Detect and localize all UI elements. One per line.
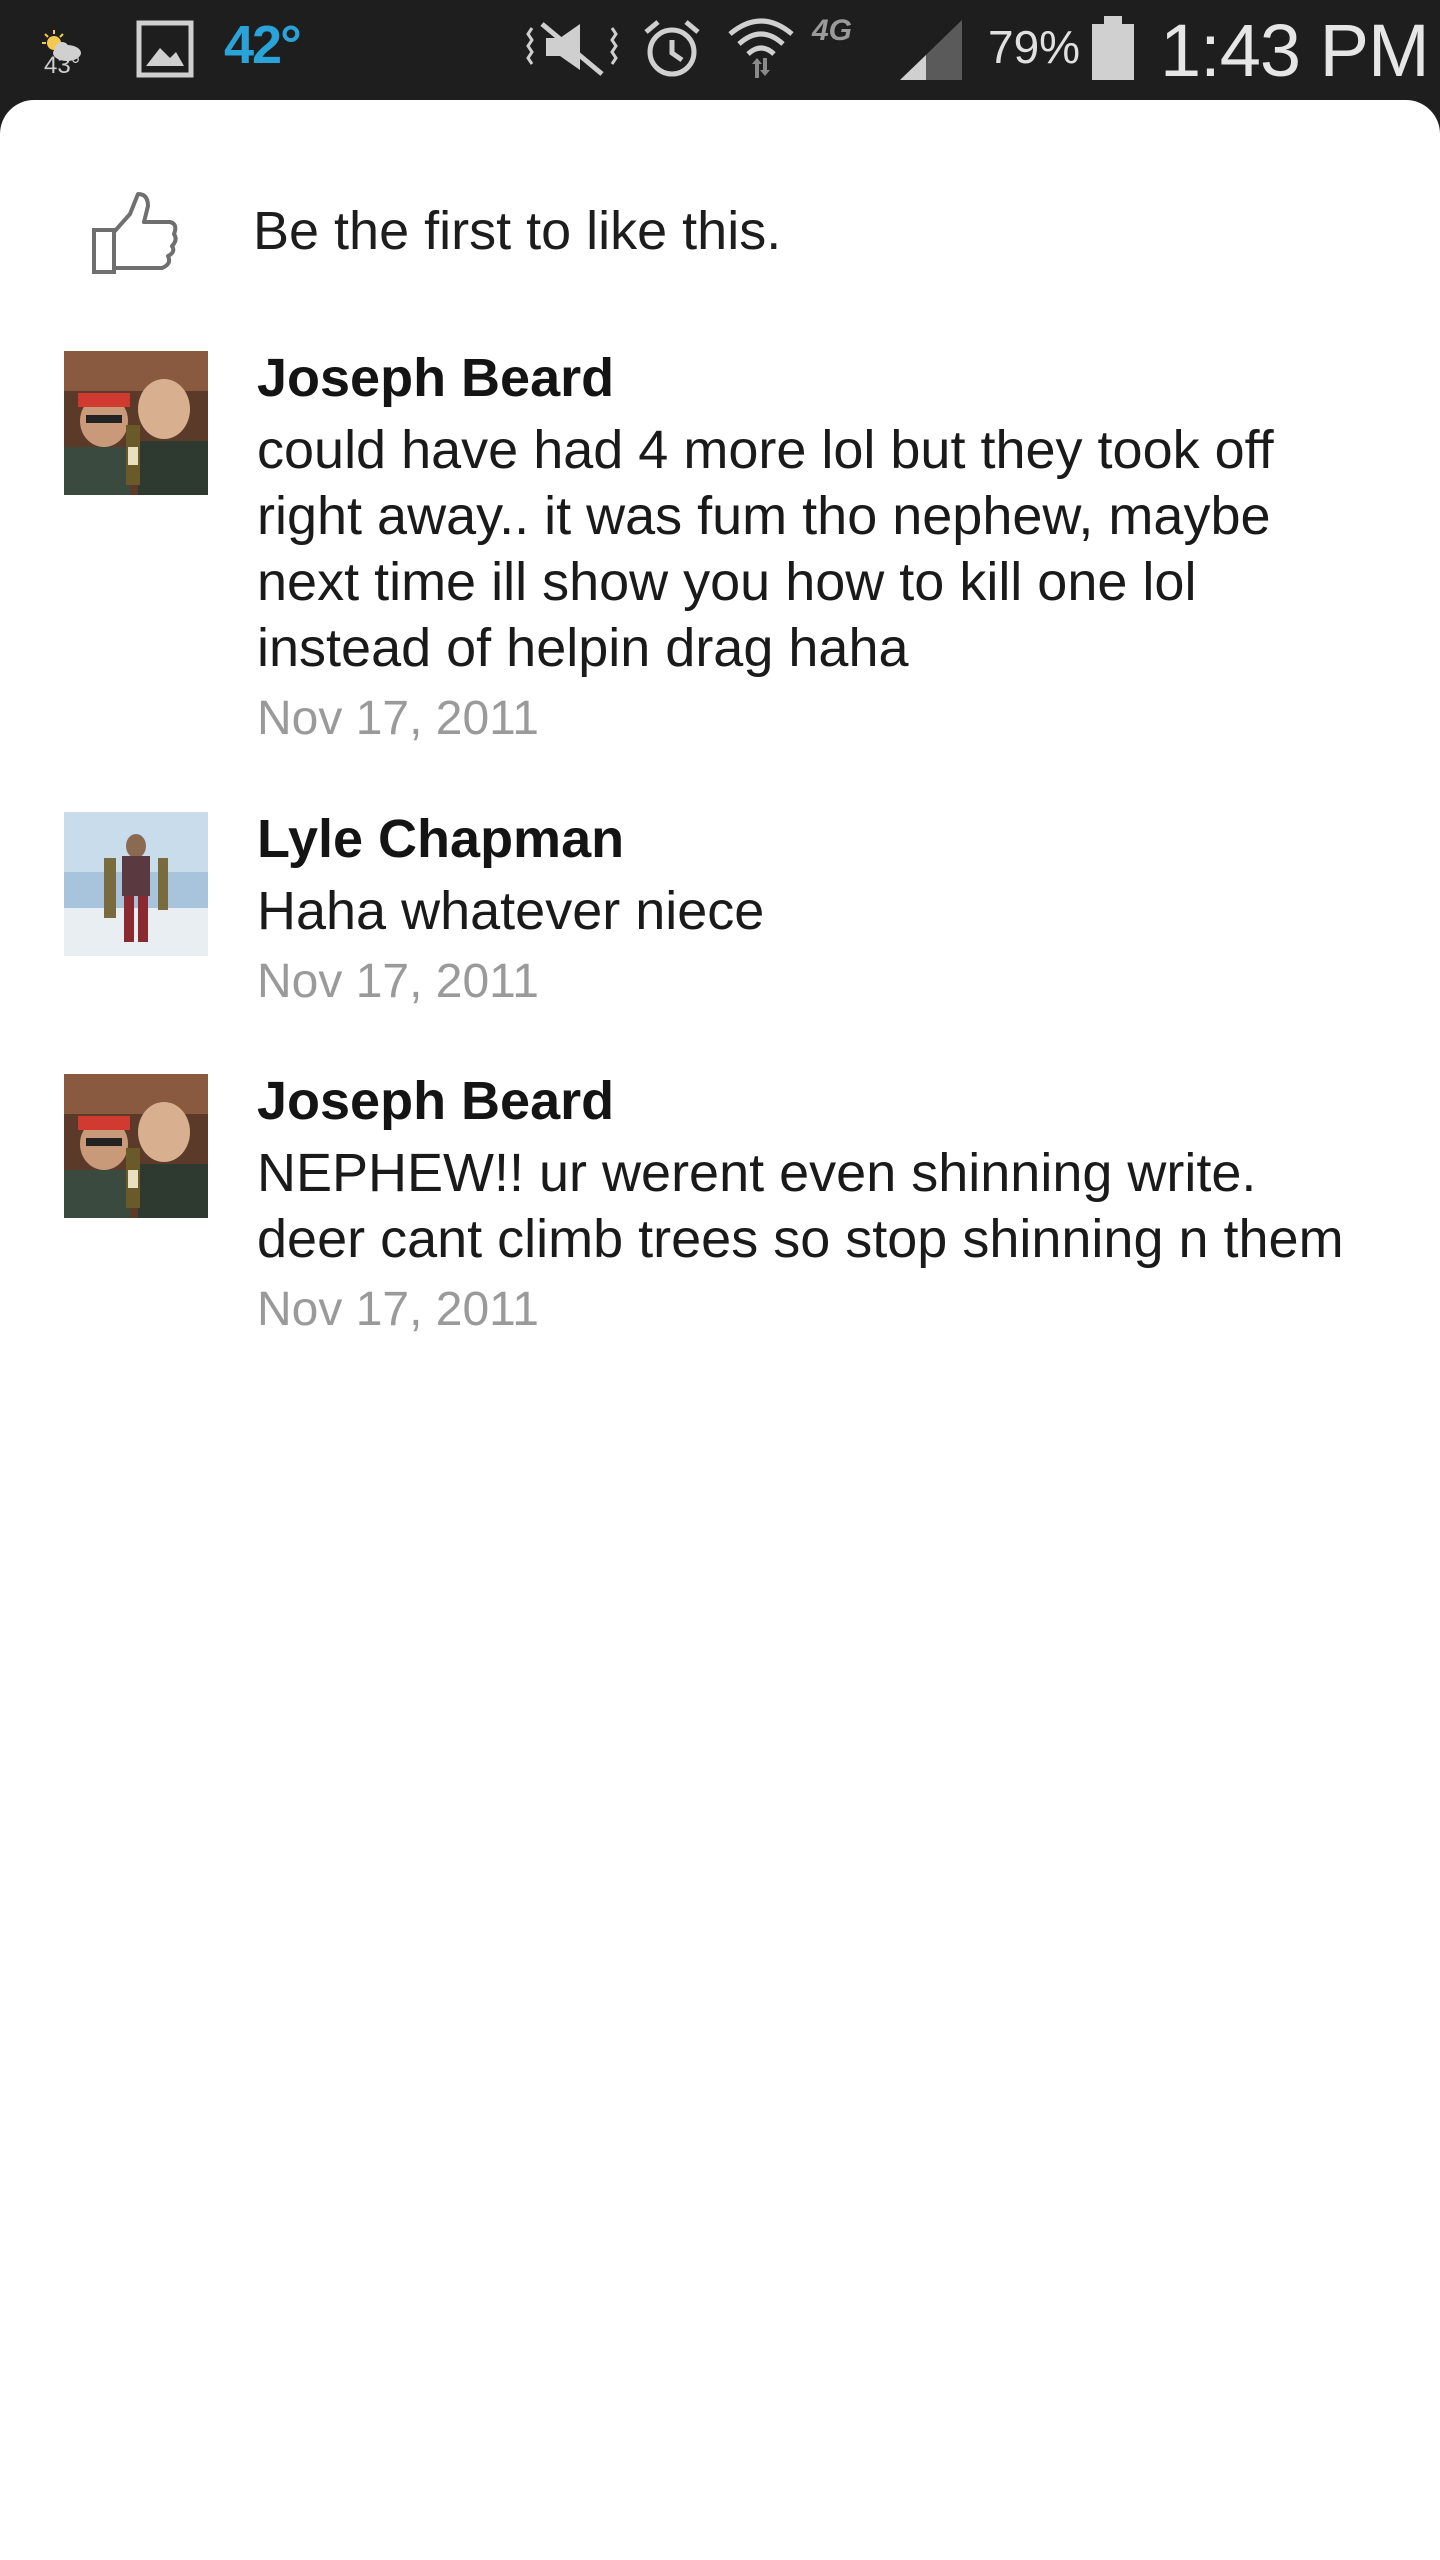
- comment-author[interactable]: Lyle Chapman: [257, 806, 1377, 872]
- wifi-icon: [726, 12, 796, 84]
- thumbs-up-icon[interactable]: [90, 190, 180, 276]
- clock: 1:43 PM: [1160, 9, 1430, 92]
- alarm-icon: [640, 16, 704, 80]
- comment-date: Nov 17, 2011: [257, 692, 539, 745]
- weather-temp: 43°: [44, 52, 81, 79]
- gallery-icon: [136, 20, 194, 78]
- comment-body: Joseph Beard could have had 4 more lol b…: [257, 348, 1377, 749]
- like-row[interactable]: Be the first to like this.: [0, 180, 1440, 280]
- comment-author[interactable]: Joseph Beard: [257, 1068, 1377, 1134]
- comment-text: NEPHEW!! ur werent even shinning write. …: [257, 1143, 1344, 1269]
- avatar[interactable]: [64, 1074, 208, 1218]
- battery-icon: [1090, 16, 1136, 82]
- avatar[interactable]: [64, 351, 208, 495]
- network-type: 4G: [812, 14, 853, 47]
- weather-icon: 43°: [40, 12, 100, 82]
- comment-text: Haha whatever niece: [257, 881, 765, 941]
- comments-sheet: Be the first to like this. Joseph Beard …: [0, 100, 1440, 2560]
- signal-icon: [896, 18, 966, 82]
- mute-vibrate-icon: [524, 18, 620, 78]
- comment-body: Lyle Chapman Haha whatever niece Nov 17,…: [257, 809, 1377, 1012]
- temperature-display: 42°: [224, 15, 302, 75]
- comment-date: Nov 17, 2011: [257, 1283, 539, 1336]
- comment-date: Nov 17, 2011: [257, 955, 539, 1008]
- like-prompt: Be the first to like this.: [253, 201, 782, 261]
- comment-body: Joseph Beard NEPHEW!! ur werent even shi…: [257, 1071, 1377, 1340]
- comment-text: could have had 4 more lol but they took …: [257, 420, 1274, 678]
- avatar[interactable]: [64, 812, 208, 956]
- comment-author[interactable]: Joseph Beard: [257, 345, 1377, 411]
- status-bar: 43° 42° 4G 79% 1:43 PM: [0, 0, 1440, 100]
- battery-percent: 79%: [988, 21, 1081, 73]
